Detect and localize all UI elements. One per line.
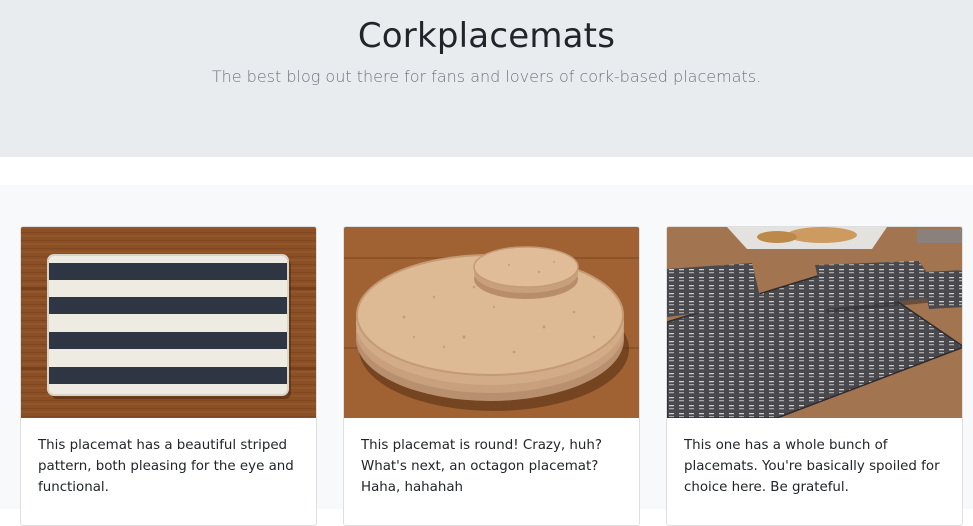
round-cork-placemat-image	[344, 227, 639, 418]
striped-placemat-image	[21, 227, 316, 418]
site-title: Corkplacemats	[357, 16, 616, 56]
patterned-placemat-set-image	[667, 227, 962, 418]
jumbotron: Corkplacemats The best blog out there fo…	[0, 0, 973, 157]
card-description: This one has a whole bunch of placemats.…	[684, 438, 940, 495]
card-body: This placemat is round! Crazy, huh? What…	[344, 418, 639, 498]
card-body: This one has a whole bunch of placemats.…	[667, 418, 962, 498]
site-tagline: The best blog out there for fans and lov…	[211, 67, 762, 86]
card-body: This placemat has a beautiful striped pa…	[21, 418, 316, 498]
card-description: This placemat is round! Crazy, huh? What…	[361, 438, 602, 495]
placemat-card-striped: This placemat has a beautiful striped pa…	[20, 226, 317, 526]
placemat-card-set: This one has a whole bunch of placemats.…	[666, 226, 963, 526]
card-description: This placemat has a beautiful striped pa…	[38, 438, 294, 495]
placemat-card-round: This placemat is round! Crazy, huh? What…	[343, 226, 640, 526]
